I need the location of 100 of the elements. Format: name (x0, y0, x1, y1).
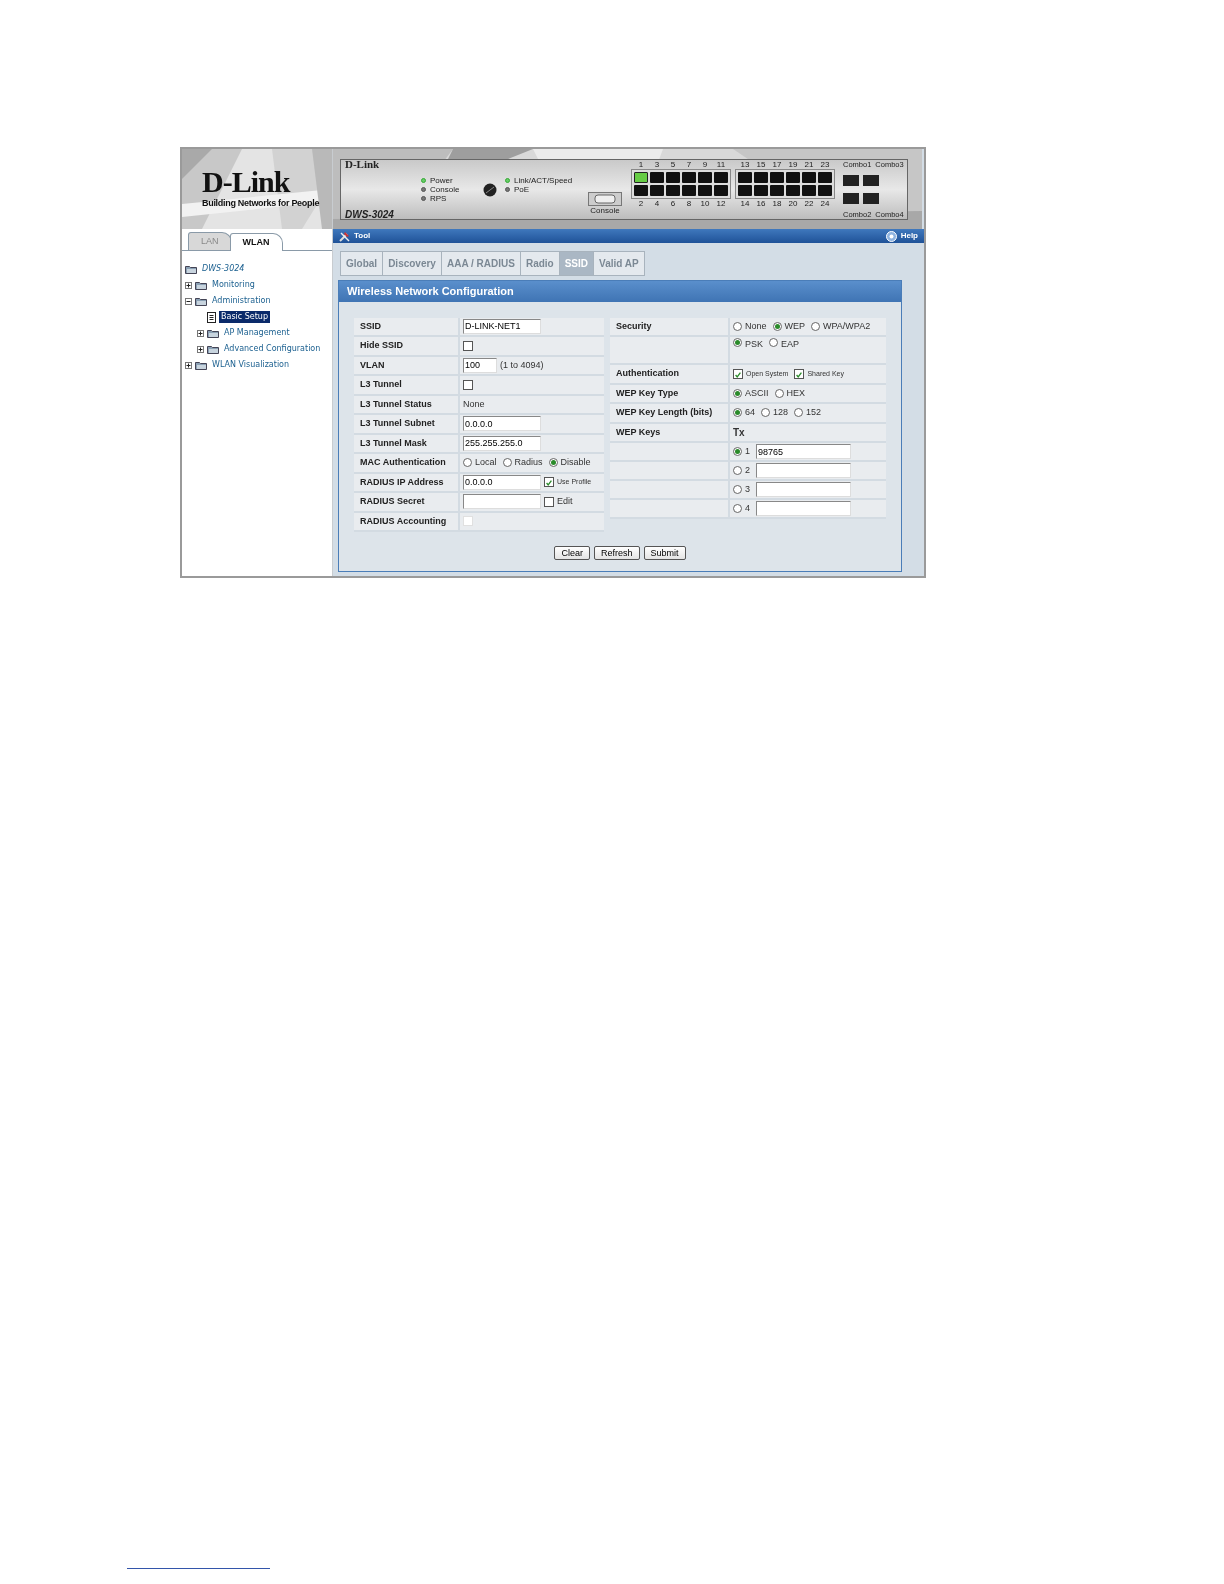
expand-icon[interactable] (197, 345, 204, 353)
field-label: Hide SSID (354, 337, 460, 355)
folder-icon (185, 264, 197, 274)
field-label: L3 Tunnel (354, 376, 460, 394)
radio-button[interactable] (733, 408, 742, 418)
sfp-port (843, 192, 859, 204)
radio-button[interactable] (733, 321, 742, 331)
radio-button[interactable] (733, 447, 742, 456)
folder-icon (195, 280, 207, 290)
option-label: WPA/WPA2 (823, 319, 871, 333)
port-number: 8 (685, 199, 693, 208)
option-label: 1 (745, 444, 750, 458)
radio-button[interactable] (463, 458, 472, 468)
model-name: DWS-3024 (345, 210, 395, 219)
port-number: 10 (699, 199, 711, 208)
radio-button[interactable] (772, 321, 782, 331)
radio-button[interactable] (548, 458, 558, 468)
tree-item[interactable]: Administration (210, 295, 273, 307)
field-label: L3 Tunnel Mask (354, 434, 460, 452)
input-field[interactable]: 0.0.0.0 (463, 416, 541, 432)
tree-item[interactable]: Basic Setup (219, 311, 270, 323)
port-number: 9 (701, 160, 709, 169)
input-field[interactable] (756, 482, 851, 497)
radio-button[interactable] (733, 485, 742, 494)
radio-button[interactable] (769, 338, 778, 347)
field-label: WEP Key Type (610, 384, 730, 402)
tree-item[interactable]: Advanced Configuration (222, 343, 323, 355)
tree-item[interactable]: DWS-3024 (200, 263, 247, 275)
checkbox[interactable] (544, 496, 554, 507)
option-label: None (745, 319, 767, 333)
checkbox[interactable] (463, 379, 473, 390)
form-button[interactable]: Refresh (594, 546, 640, 560)
field-label: RADIUS Accounting (354, 512, 460, 530)
sidebar-tab[interactable]: WLAN (229, 232, 283, 251)
console-port-icon (588, 192, 622, 206)
checkbox[interactable] (544, 477, 554, 488)
checkbox[interactable] (733, 368, 743, 379)
sfp-port (863, 175, 879, 187)
tree-item[interactable]: Monitoring (210, 279, 257, 291)
port-number: 6 (669, 199, 677, 208)
port-number: 19 (787, 160, 799, 169)
folder-icon (195, 296, 207, 306)
field-label: WEP Keys (610, 423, 730, 441)
led-label: Console (430, 185, 460, 194)
port-number: 18 (771, 199, 783, 208)
expand-icon[interactable] (185, 281, 192, 289)
collapse-icon[interactable] (185, 297, 192, 305)
input-field[interactable]: 0.0.0.0 (463, 474, 541, 490)
form-button[interactable]: Submit (643, 546, 686, 560)
radio-button[interactable] (774, 388, 784, 398)
form-button[interactable]: Clear (554, 546, 590, 560)
folder-icon (195, 360, 207, 370)
radio-button[interactable] (811, 321, 821, 331)
input-field[interactable]: 100 (463, 357, 497, 373)
radio-button[interactable] (794, 408, 804, 418)
input-field[interactable]: 98765 (756, 444, 851, 459)
field-label: RADIUS Secret (354, 493, 460, 511)
radio-button[interactable] (502, 458, 512, 468)
input-field[interactable] (463, 494, 541, 510)
radio-button[interactable] (761, 408, 770, 418)
panel-title: Wireless Network Configuration (339, 281, 901, 302)
led-label: Link/ACT/Speed (514, 176, 573, 185)
port-number: 7 (685, 160, 693, 169)
field-label: L3 Tunnel Status (354, 395, 460, 413)
field-label: VLAN (354, 356, 460, 374)
checkbox[interactable] (794, 368, 805, 379)
page-icon (207, 311, 216, 323)
port-label: Console (590, 206, 620, 215)
port-number: 14 (739, 199, 751, 208)
input-field[interactable]: 255.255.255.0 (463, 435, 541, 451)
port-number: 23 (819, 160, 831, 169)
tool-button[interactable]: Tool (339, 230, 371, 242)
option-label: Disable (560, 456, 591, 469)
expand-icon[interactable] (185, 361, 192, 369)
radio-button[interactable] (733, 338, 742, 347)
port-number: 17 (771, 160, 783, 169)
radio-button[interactable] (733, 466, 742, 475)
field-label: Authentication (610, 365, 730, 383)
field-label: L3 Tunnel Subnet (354, 415, 460, 433)
radio-button[interactable] (733, 388, 742, 398)
tree-item[interactable]: WLAN Visualization (210, 359, 292, 371)
option-label: Local (475, 456, 497, 469)
led-label: PoE (514, 185, 530, 194)
input-field[interactable] (756, 501, 851, 516)
checkbox[interactable] (463, 340, 473, 351)
input-field[interactable]: D-LINK-NET1 (463, 318, 541, 334)
port-number: 2 (637, 199, 645, 208)
help-button[interactable]: Help (885, 230, 918, 242)
tools-icon (339, 230, 350, 242)
port-number: 20 (787, 199, 799, 208)
led-label: Power (430, 176, 453, 185)
expand-icon[interactable] (197, 329, 204, 337)
input-field[interactable] (756, 463, 851, 478)
option-label: HEX (786, 386, 806, 400)
option-label: PSK (745, 338, 763, 351)
option-label: 3 (745, 482, 750, 496)
port-number: 21 (803, 160, 815, 169)
radio-button[interactable] (733, 504, 742, 513)
tree-item[interactable]: AP Management (222, 327, 292, 339)
folder-icon (207, 344, 219, 354)
